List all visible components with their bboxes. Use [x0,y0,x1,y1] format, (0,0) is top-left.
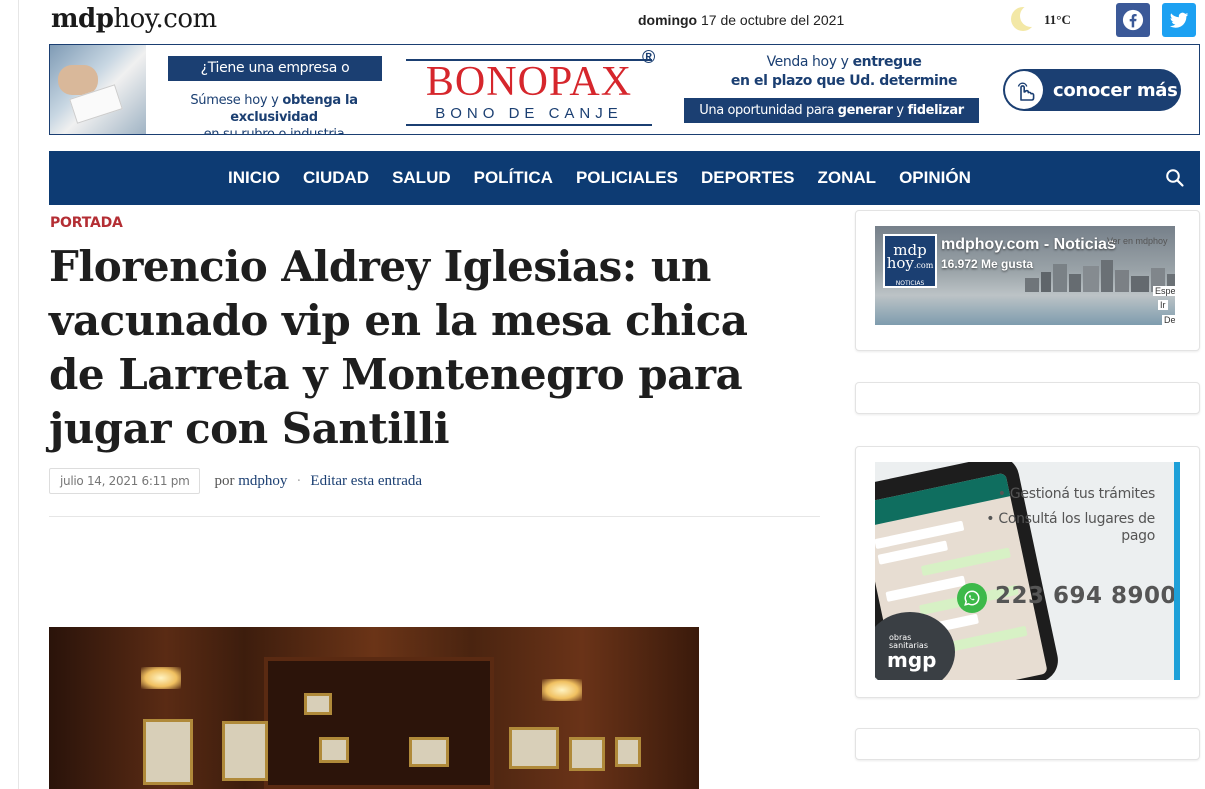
article-meta: julio 14, 2021 6:11 pm por mdphoy · Edit… [49,468,422,494]
current-date: domingo 17 de octubre del 2021 [638,12,844,28]
page-left-border [18,0,19,789]
sidebar-card-empty-1 [855,382,1200,414]
fb-crop-text-3: Ir [1158,300,1168,310]
article-title: Florencio Aldrey Iglesias: un vacunado v… [49,242,748,453]
osm-text-1: • Gestioná tus trámites [997,486,1156,502]
nav-item-policiales[interactable]: POLICIALES [576,168,678,188]
ad-banner-bonopax[interactable]: ¿Tiene una empresa o comercio? Súmese ho… [49,44,1200,135]
bonopax-wordmark: BONOPAX [425,59,633,105]
nav-item-salud[interactable]: SALUD [392,168,451,188]
osm-phone-number: 223 694 8900 [995,583,1178,609]
osm-org-name: mgp [887,648,937,672]
article-category[interactable]: PORTADA [50,215,123,231]
article-image [49,627,699,789]
bonopax-logo: BONOPAX ® BONO DE CANJE [406,47,656,126]
date-day: domingo [638,12,698,28]
banner-subtext: Súmese hoy y obtenga la exclusividad en … [190,93,358,135]
twitter-icon [1169,12,1189,28]
nav-item-inicio[interactable]: INICIO [228,168,280,188]
bonopax-subtitle: BONO DE CANJE [406,105,652,126]
nav-item-deportes[interactable]: DEPORTES [701,168,795,188]
banner-photo [50,45,146,134]
fb-page-avatar: mdp hoy.com NOTICIAS [883,234,937,288]
date-text: 17 de octubre del 2021 [697,12,845,28]
byline-prefix: por [214,472,235,489]
sidebar-card-empty-2 [855,728,1200,760]
facebook-page-widget[interactable]: mdp hoy.com NOTICIAS mdphoy.com - Noticia… [875,226,1175,325]
nav-item-opinion[interactable]: OPINIÓN [899,168,971,188]
nav-item-zonal[interactable]: ZONAL [818,168,877,188]
search-icon[interactable] [1165,168,1185,188]
fb-page-name[interactable]: mdphoy.com - Noticias [941,236,1116,254]
fb-page-likes: 16.972 Me gusta [941,257,1034,271]
registered-mark: ® [642,47,656,67]
weather-widget: 11°C [1008,4,1088,38]
article-date: julio 14, 2021 6:11 pm [49,468,201,494]
banner-opportunity-box: Una oportunidad para generar y fidelizar… [684,98,979,134]
fb-crop-text: Ver en mdphoy [1107,236,1168,246]
banner-right-text: Venda hoy y entregue en el plazo que Ud.… [730,54,958,89]
whatsapp-icon [957,583,987,613]
fb-crop-text-4: De [1162,315,1175,325]
banner-question: ¿Tiene una empresa o comercio? [168,56,382,101]
page: mdphoy.com domingo 17 de octubre del 202… [0,0,1205,789]
twitter-button[interactable] [1162,3,1196,37]
facebook-button[interactable] [1116,3,1150,37]
fb-crop-text-2: Espec [1153,286,1175,296]
osm-text-2: • Consultá los lugares de pago [986,511,1155,544]
meta-separator: · [296,472,302,489]
moon-icon [1011,5,1036,31]
main-nav: INICIO CIUDAD SALUD POLÍTICA POLICIALES … [49,151,1200,205]
conocer-mas-button[interactable]: conocer más [1003,69,1181,111]
conocer-mas-label: conocer más [1053,79,1178,101]
author-link[interactable]: mdphoy [238,473,287,490]
site-logo[interactable]: mdphoy.com [51,4,217,34]
nav-item-ciudad[interactable]: CIUDAD [303,168,369,188]
facebook-icon [1122,9,1144,31]
temperature: 11°C [1044,12,1071,27]
pointer-hand-icon [1005,71,1043,109]
nav-item-politica[interactable]: POLÍTICA [474,168,553,188]
meta-divider [49,516,820,517]
osm-ad-banner[interactable]: • Gestioná tus trámites • Consultá los l… [875,462,1180,680]
edit-entry-link[interactable]: Editar esta entrada [310,473,422,490]
